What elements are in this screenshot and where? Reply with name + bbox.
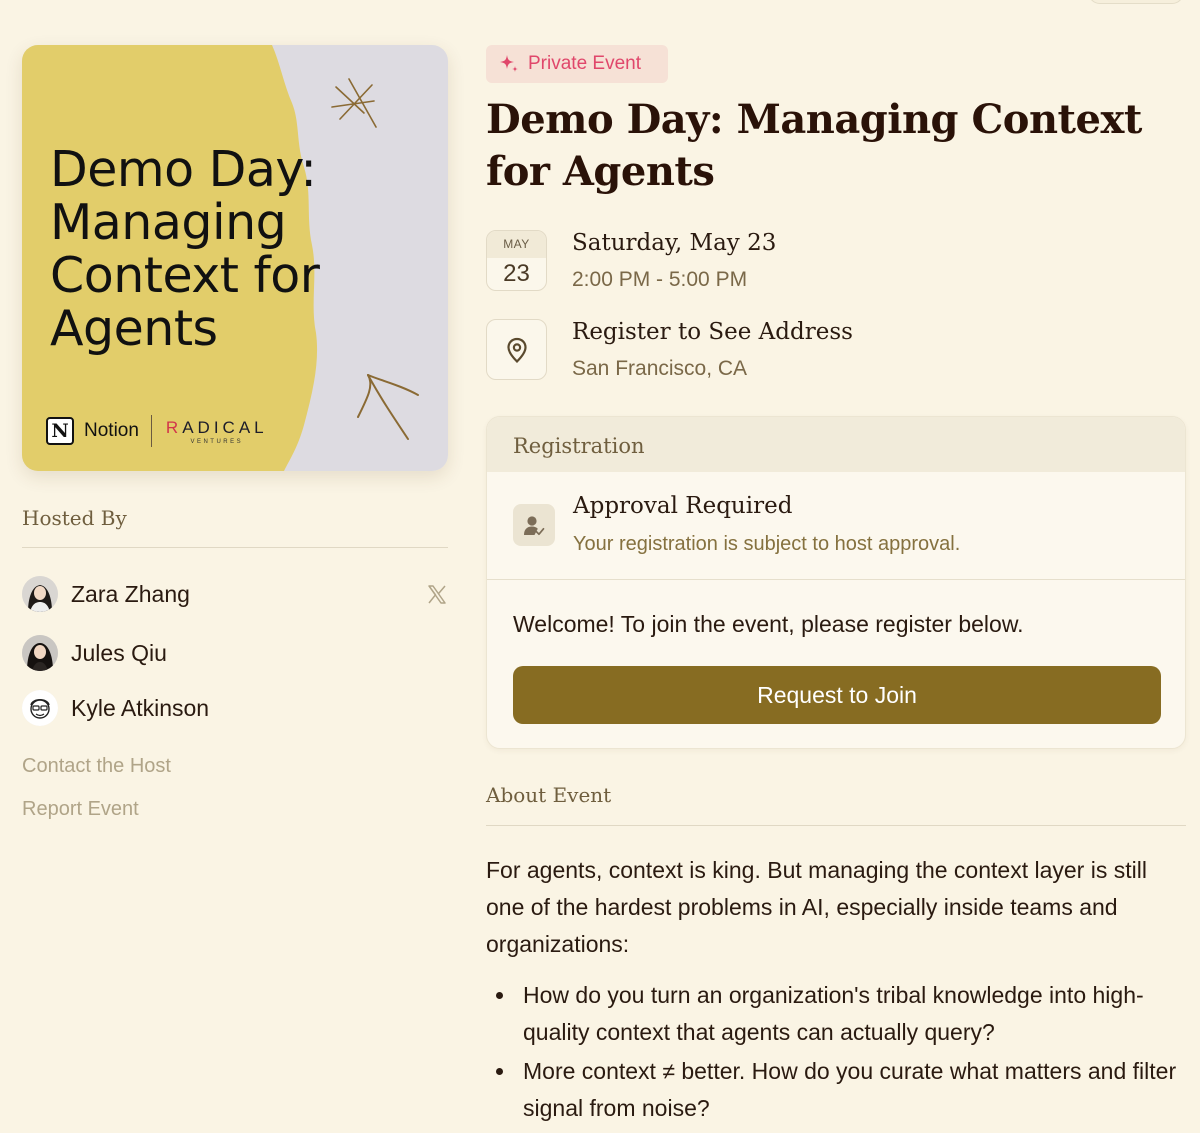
list-item: More context ≠ better. How do you curate… <box>486 1053 1196 1127</box>
event-cover-image: Demo Day: Managing Context for Agents N … <box>22 45 448 471</box>
list-item: How do you turn an organization's tribal… <box>486 977 1196 1051</box>
approval-subtitle: Your registration is subject to host app… <box>573 533 961 555</box>
about-intro: For agents, context is king. But managin… <box>486 857 1147 957</box>
radical-subtitle: VENTURES <box>190 438 244 445</box>
date-calendar-icon: MAY 23 <box>486 230 547 291</box>
event-page: Demo Day: Managing Context for Agents N … <box>0 0 1200 1133</box>
registration-header: Registration <box>487 417 1185 472</box>
user-check-icon <box>513 504 555 546</box>
location-pin-icon <box>486 319 547 380</box>
logo-divider <box>150 415 152 447</box>
divider <box>486 825 1186 826</box>
avatar <box>22 635 58 671</box>
avatar <box>22 690 58 726</box>
host-item[interactable]: Kyle Atkinson <box>22 690 209 726</box>
event-time: 2:00 PM - 5:00 PM <box>572 268 748 291</box>
radical-ventures-logo: RADICAL VENTURES <box>166 418 268 445</box>
cover-logos: N Notion RADICAL VENTURES <box>46 415 268 447</box>
top-nav-pill[interactable] <box>1088 0 1184 4</box>
location-title: Register to See Address <box>572 319 853 345</box>
notion-wordmark: Notion <box>84 420 139 441</box>
event-date: Saturday, May 23 <box>572 230 777 256</box>
request-to-join-button[interactable]: Request to Join <box>513 666 1161 724</box>
private-event-badge: Private Event <box>486 45 668 83</box>
welcome-text: Welcome! To join the event, please regis… <box>513 611 1024 637</box>
event-title: Demo Day: Managing Context for Agents <box>486 96 1142 195</box>
private-badge-label: Private Event <box>528 53 641 74</box>
divider <box>22 547 448 548</box>
hosted-by-label: Hosted By <box>22 506 127 530</box>
location-city: San Francisco, CA <box>572 357 748 380</box>
divider <box>487 579 1185 580</box>
report-event-link[interactable]: Report Event <box>22 798 139 821</box>
registration-card: Registration Approval Required Your regi… <box>486 416 1186 749</box>
notion-logo-icon: N <box>46 417 74 445</box>
about-bullet-list: How do you turn an organization's tribal… <box>486 977 1196 1129</box>
sparkle-icon <box>500 55 518 72</box>
date-month: MAY <box>487 231 546 258</box>
host-name: Jules Qiu <box>71 639 167 666</box>
contact-host-link[interactable]: Contact the Host <box>22 755 171 778</box>
x-icon[interactable] <box>424 582 450 608</box>
host-name: Kyle Atkinson <box>71 694 210 721</box>
host-item[interactable]: Zara Zhang <box>22 576 190 612</box>
about-event-label: About Event <box>486 783 612 807</box>
approval-title: Approval Required <box>573 493 793 519</box>
cover-title: Demo Day: Managing Context for Agents <box>50 141 320 357</box>
host-item[interactable]: Jules Qiu <box>22 635 167 671</box>
radical-wordmark: RADICAL <box>165 417 268 437</box>
avatar <box>22 576 58 612</box>
date-day: 23 <box>503 260 530 287</box>
host-name: Zara Zhang <box>71 580 190 607</box>
